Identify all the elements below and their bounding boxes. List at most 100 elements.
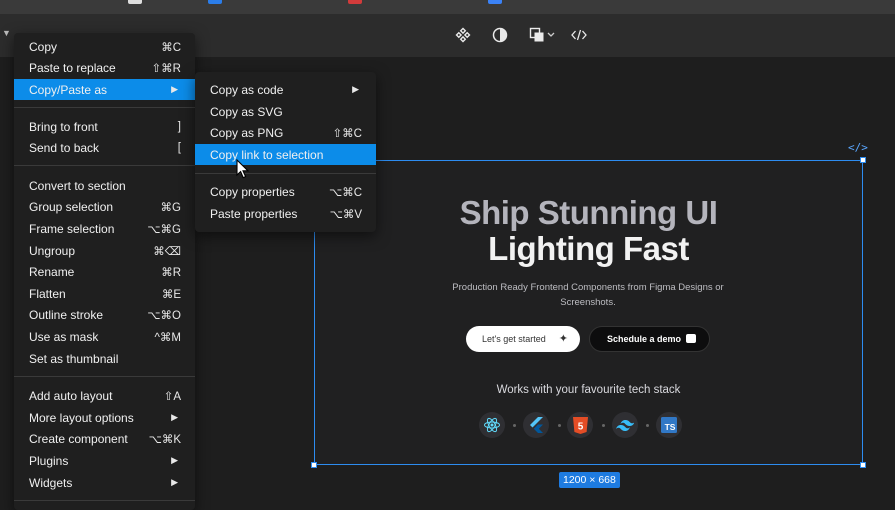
menu-item-label: Copy/Paste as: [29, 82, 108, 97]
menu-item-label: Create component: [29, 431, 128, 446]
menu-item-use-as-mask[interactable]: Use as mask ^⌘M: [14, 326, 195, 347]
menu-item-label: Copy as SVG: [210, 104, 283, 119]
menu-item-shortcut: ⇧⌘R: [151, 62, 181, 75]
menu-item-plugins[interactable]: Plugins ▶: [14, 450, 195, 471]
contrast-icon[interactable]: [489, 24, 511, 46]
menu-item-frame-selection[interactable]: Frame selection ⌥⌘G: [14, 218, 195, 239]
menu-item-shortcut: [: [177, 141, 181, 154]
resize-handle-bottom-right[interactable]: [860, 462, 866, 468]
menu-item-shortcut: ⌘G: [160, 201, 181, 214]
menu-item-label: Frame selection: [29, 221, 115, 236]
menu-item-add-auto-layout[interactable]: Add auto layout ⇧A: [14, 385, 195, 406]
tailwind-icon: [612, 412, 638, 438]
frame-size-badge: 1200 × 668: [559, 472, 620, 488]
menu-item-label: Copy as PNG: [210, 125, 284, 140]
menu-item-label: Plugins: [29, 453, 69, 468]
menu-item-label: Group selection: [29, 199, 114, 214]
menu-item-set-as-thumbnail[interactable]: Set as thumbnail: [14, 348, 195, 369]
menu-item-shortcut: ⌥⌘G: [147, 223, 181, 236]
submenu-arrow-icon: ▶: [171, 84, 178, 94]
html5-label: 5: [577, 421, 583, 432]
menu-item-label: Bring to front: [29, 119, 98, 134]
menu-item-label: Rename: [29, 264, 75, 279]
html5-icon: 5: [567, 412, 593, 438]
menu-item-shortcut: ⇧⌘C: [332, 127, 362, 140]
menu-item-copy-as-code[interactable]: Copy as code ▶: [195, 79, 376, 100]
menu-item-label: Use as mask: [29, 329, 99, 344]
menu-item-shortcut: ⌘C: [161, 41, 181, 54]
resize-handle-bottom-left[interactable]: [311, 462, 317, 468]
hero-title-line-1: Ship Stunning UI: [459, 194, 718, 231]
separator-dot: [602, 424, 605, 427]
menu-item-label: Convert to section: [29, 178, 126, 193]
menu-item-shortcut: ⌥⌘K: [148, 433, 181, 446]
menu-item-outline-stroke[interactable]: Outline stroke ⌥⌘O: [14, 304, 195, 325]
menu-item-rename[interactable]: Rename ⌘R: [14, 261, 195, 282]
menu-item-shortcut: ^⌘M: [154, 331, 181, 344]
tech-stack-heading: Works with your favourite tech stack: [496, 384, 681, 396]
typescript-icon: TS: [656, 412, 682, 438]
submenu-arrow-icon: ▶: [171, 412, 178, 422]
mouse-cursor-icon: [236, 159, 250, 179]
get-started-button[interactable]: Let's get started ✦: [466, 326, 580, 352]
menu-item-convert-to-section[interactable]: Convert to section: [14, 175, 195, 196]
calendar-icon: [686, 334, 696, 343]
menu-item-shortcut: ⌥⌘V: [329, 208, 362, 221]
dropdown-chevron-icon[interactable]: [545, 24, 557, 46]
typescript-label: TS: [665, 422, 676, 432]
menu-item-copy-properties[interactable]: Copy properties ⌥⌘C: [195, 181, 376, 202]
menu-item-group-selection[interactable]: Group selection ⌘G: [14, 196, 195, 217]
menu-item-label: Ungroup: [29, 243, 76, 258]
menu-item-copy[interactable]: Copy ⌘C: [14, 36, 195, 57]
menu-item-paste-to-replace[interactable]: Paste to replace ⇧⌘R: [14, 57, 195, 78]
menu-divider: [14, 107, 195, 108]
menu-item-create-component[interactable]: Create component ⌥⌘K: [14, 428, 195, 449]
menu-item-shortcut: ⌥⌘O: [147, 309, 181, 322]
frame-code-tag[interactable]: </>: [848, 141, 868, 154]
copy-paste-as-submenu: Copy as code ▶ Copy as SVG Copy as PNG ⇧…: [195, 72, 376, 232]
schedule-demo-label: Schedule a demo: [607, 334, 682, 344]
sparkle-icon: ✦: [558, 333, 568, 345]
menu-item-label: Flatten: [29, 286, 66, 301]
menu-item-more-layout-options[interactable]: More layout options ▶: [14, 407, 195, 428]
menu-item-paste-properties[interactable]: Paste properties ⌥⌘V: [195, 203, 376, 224]
menu-item-label: Set as thumbnail: [29, 351, 119, 366]
separator-dot: [558, 424, 561, 427]
resize-handle-top-right[interactable]: [860, 157, 866, 163]
browser-tab-strip: [0, 0, 895, 14]
tab-favicon: [128, 0, 142, 4]
chevron-down-icon[interactable]: ▼: [2, 28, 12, 38]
menu-item-widgets[interactable]: Widgets ▶: [14, 472, 195, 493]
menu-item-copy-as-svg[interactable]: Copy as SVG: [195, 101, 376, 122]
menu-item-ungroup[interactable]: Ungroup ⌘⌫: [14, 240, 195, 261]
menu-item-shortcut: ]: [177, 120, 181, 133]
menu-item-label: Copy link to selection: [210, 147, 324, 162]
flutter-icon: [523, 412, 549, 438]
schedule-demo-button[interactable]: Schedule a demo: [589, 326, 710, 352]
menu-item-bring-to-front[interactable]: Bring to front ]: [14, 116, 195, 137]
menu-item-label: Paste to replace: [29, 60, 116, 75]
menu-item-label: More layout options: [29, 410, 134, 425]
menu-item-label: Paste properties: [210, 206, 298, 221]
menu-divider: [14, 376, 195, 377]
menu-item-shortcut: ⌘E: [161, 288, 181, 301]
menu-item-copy-as-png[interactable]: Copy as PNG ⇧⌘C: [195, 122, 376, 143]
component-icon[interactable]: [452, 24, 474, 46]
menu-item-send-to-back[interactable]: Send to back [: [14, 137, 195, 158]
tab-favicon: [348, 0, 362, 4]
code-icon[interactable]: [568, 24, 590, 46]
separator-dot: [513, 424, 516, 427]
menu-divider: [195, 173, 376, 174]
context-menu: Copy ⌘C Paste to replace ⇧⌘R Copy/Paste …: [14, 33, 195, 510]
submenu-arrow-icon: ▶: [171, 455, 178, 465]
menu-item-copy-link-to-selection[interactable]: Copy link to selection: [195, 144, 376, 165]
separator-dot: [646, 424, 649, 427]
menu-item-flatten[interactable]: Flatten ⌘E: [14, 283, 195, 304]
menu-item-copy-paste-as[interactable]: Copy/Paste as ▶: [14, 79, 195, 100]
menu-item-label: Copy as code: [210, 82, 284, 97]
menu-item-shortcut: ⌘⌫: [153, 245, 181, 258]
menu-item-label: Copy properties: [210, 184, 295, 199]
react-icon: [479, 412, 505, 438]
hero-subtitle: Production Ready Frontend Components fro…: [452, 282, 724, 308]
menu-item-shortcut: ⌘R: [161, 266, 181, 279]
